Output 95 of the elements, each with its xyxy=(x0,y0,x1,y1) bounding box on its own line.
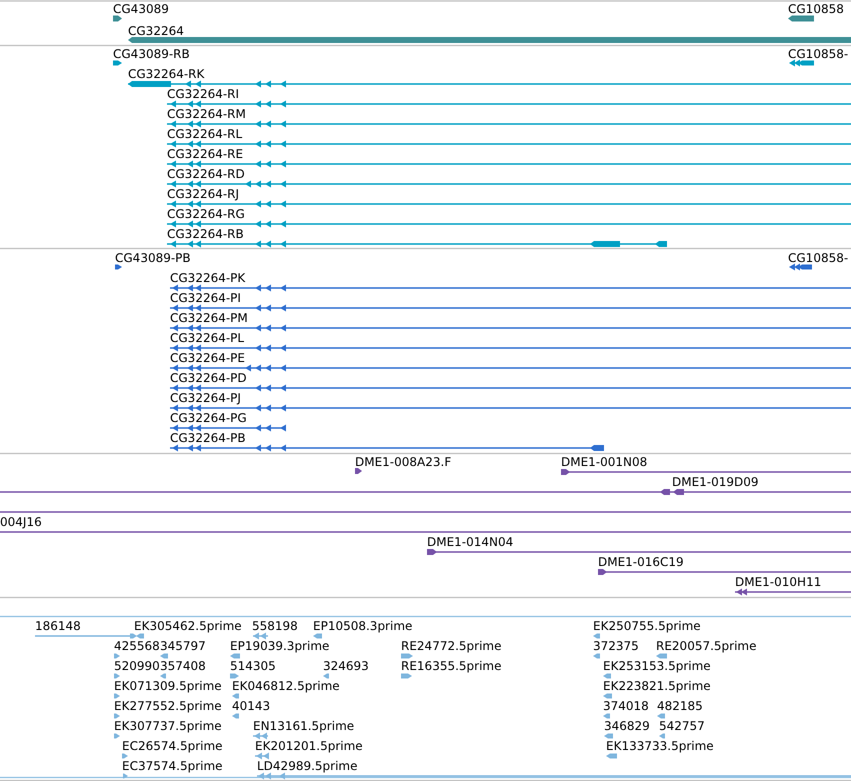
feature-glyph[interactable] xyxy=(355,468,362,474)
feature-label: DME1-014N04 xyxy=(427,535,514,549)
feature-label: 425568 xyxy=(114,639,160,653)
feature-glyph[interactable] xyxy=(0,489,851,495)
feature-glyph[interactable] xyxy=(167,100,851,108)
feature-glyph[interactable] xyxy=(170,424,286,432)
feature-glyph[interactable] xyxy=(170,304,851,312)
feature-label: 482185 xyxy=(657,699,703,713)
feature-label: EK046812.5prime xyxy=(232,679,340,693)
feature-label: 520990 xyxy=(114,659,160,673)
feature-glyph[interactable] xyxy=(735,588,851,596)
feature-label: CG10858- xyxy=(788,251,848,265)
feature-label: CG32264-PE xyxy=(170,351,245,365)
feature-label: EK250755.5prime xyxy=(593,619,701,633)
feature-label: RE24772.5prime xyxy=(401,639,502,653)
feature-label: CG32264 xyxy=(128,24,184,38)
feature-glyph[interactable] xyxy=(170,364,851,372)
feature-label: CG32264-RJ xyxy=(167,187,240,201)
feature-label: CG43089-PB xyxy=(115,251,191,265)
feature-glyph[interactable] xyxy=(167,140,851,148)
feature-glyph[interactable] xyxy=(789,60,814,66)
feature-label: EK071309.5prime xyxy=(114,679,222,693)
feature-label: EP10508.3prime xyxy=(313,619,412,633)
feature-label: CG32264-RK xyxy=(128,67,204,81)
feature-label: RE20057.5prime xyxy=(656,639,756,653)
feature-label: CG32264-PM xyxy=(170,311,248,325)
feature-glyph[interactable] xyxy=(170,284,851,292)
feature-label: 542757 xyxy=(659,719,705,733)
feature-label: CG32264-PL xyxy=(170,331,244,345)
feature-label: CG32264-RL xyxy=(167,127,242,141)
feature-glyph[interactable] xyxy=(167,240,667,248)
feature-label: DME1-016C19 xyxy=(598,555,684,569)
feature-glyph[interactable] xyxy=(788,16,814,22)
feature-label: EK305462.5prime xyxy=(134,619,242,633)
feature-glyph[interactable] xyxy=(167,180,851,188)
feature-label: 346829 xyxy=(604,719,650,733)
feature-label: EK223821.5prime xyxy=(603,679,711,693)
feature-label: CG32264-PG xyxy=(170,411,247,425)
feature-label: DME1-010H11 xyxy=(735,575,822,589)
feature-glyph[interactable] xyxy=(561,469,851,475)
feature-label: 357408 xyxy=(160,659,206,673)
feature-label: 186148 xyxy=(35,619,81,633)
feature-label: LD42989.5prime xyxy=(257,759,358,773)
feature-glyph[interactable] xyxy=(113,16,122,22)
feature-label: DME1-001N08 xyxy=(561,455,648,469)
feature-glyph[interactable] xyxy=(598,569,851,575)
feature-label: 345797 xyxy=(160,639,206,653)
feature-glyph[interactable] xyxy=(170,324,851,332)
feature-label: EP19039.3prime xyxy=(230,639,330,653)
feature-glyph[interactable] xyxy=(170,384,851,392)
feature-label: DME1-008A23.F xyxy=(355,455,452,469)
feature-label: CG32264-PD xyxy=(170,371,247,385)
feature-label: RE16355.5prime xyxy=(401,659,502,673)
feature-glyph[interactable] xyxy=(115,264,122,270)
feature-glyph[interactable] xyxy=(170,344,851,352)
feature-label: 004J16 xyxy=(0,515,42,529)
feature-label: CG43089-RB xyxy=(113,47,190,61)
feature-label: EC26574.5prime xyxy=(122,739,223,753)
feature-glyph[interactable] xyxy=(128,80,851,88)
feature-label: EK253153.5prime xyxy=(603,659,711,673)
feature-label: 374018 xyxy=(603,699,649,713)
feature-glyph[interactable] xyxy=(167,200,851,208)
feature-glyph[interactable] xyxy=(167,220,851,228)
feature-glyph[interactable] xyxy=(170,444,604,452)
feature-glyph[interactable] xyxy=(789,264,812,270)
feature-label: EN13161.5prime xyxy=(253,719,354,733)
feature-label: CG32264-RD xyxy=(167,167,245,181)
feature-label: DME1-019D09 xyxy=(672,475,759,489)
feature-label: CG43089 xyxy=(113,2,169,16)
feature-label: EK277552.5prime xyxy=(114,699,222,713)
feature-label: 324693 xyxy=(323,659,369,673)
feature-label: CG32264-RE xyxy=(167,147,244,161)
feature-glyph[interactable] xyxy=(113,60,122,66)
feature-label: 372375 xyxy=(593,639,639,653)
feature-label: CG10858- xyxy=(788,47,848,61)
feature-label: EK201201.5prime xyxy=(255,739,363,753)
feature-label: 514305 xyxy=(230,659,276,673)
feature-label: CG32264-PJ xyxy=(170,391,241,405)
feature-label: CG32264-RI xyxy=(167,87,240,101)
feature-glyph[interactable] xyxy=(167,120,851,128)
feature-label: EK133733.5prime xyxy=(606,739,714,753)
feature-label: CG32264-PK xyxy=(170,271,246,285)
feature-label: CG32264-RG xyxy=(167,207,245,221)
feature-label: CG32264-PB xyxy=(170,431,246,445)
feature-label: EK307737.5prime xyxy=(114,719,222,733)
feature-label: CG32264-PI xyxy=(170,291,241,305)
feature-label: 40143 xyxy=(232,699,270,713)
feature-glyph[interactable] xyxy=(167,160,851,168)
feature-label: EC37574.5prime xyxy=(122,759,223,773)
feature-label: CG10858 xyxy=(788,2,844,16)
feature-glyph[interactable] xyxy=(427,549,851,555)
feature-glyph[interactable] xyxy=(170,404,851,412)
feature-label: 558198 xyxy=(252,619,298,633)
feature-label: CG32264-RM xyxy=(167,107,246,121)
feature-label: CG32264-RB xyxy=(167,227,244,241)
